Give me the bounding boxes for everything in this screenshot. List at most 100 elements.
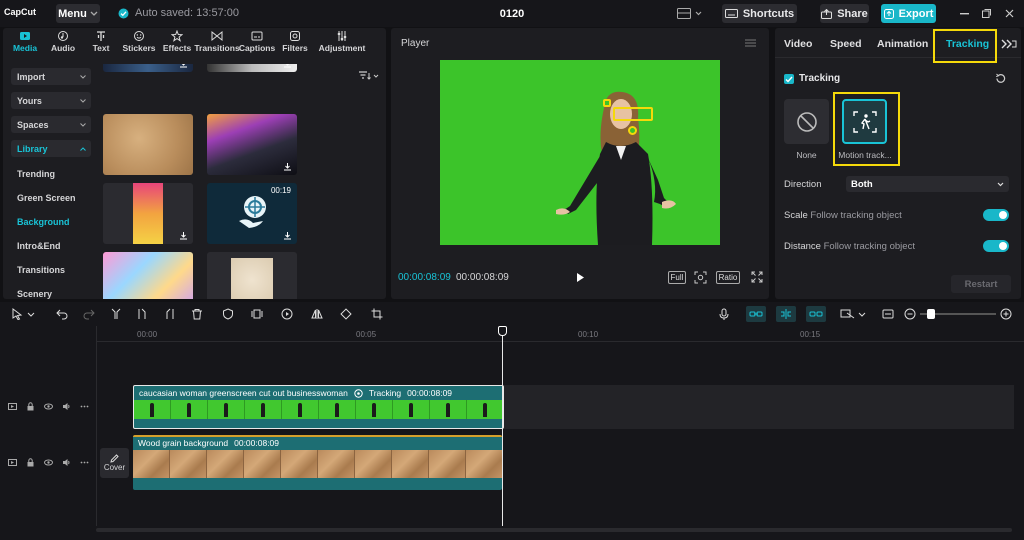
rotate-icon[interactable]	[340, 308, 352, 320]
download-icon[interactable]	[283, 162, 292, 171]
download-icon[interactable]	[283, 64, 292, 68]
sidebar-item-intro-end[interactable]: Intro&End	[11, 237, 91, 254]
tab-stickers[interactable]: Stickers	[120, 28, 158, 58]
focus-frame-icon[interactable]	[694, 271, 707, 284]
chevron-down-icon[interactable]	[858, 308, 866, 320]
sidebar-item-trending[interactable]: Trending	[11, 165, 91, 182]
download-icon[interactable]	[179, 64, 188, 68]
track-video-icon[interactable]	[8, 402, 17, 411]
lock-icon[interactable]	[26, 458, 35, 467]
sidebar-item-scenery[interactable]: Scenery	[11, 285, 91, 299]
sidebar-item-background[interactable]: Background	[11, 213, 91, 230]
link-main-track-toggle[interactable]	[746, 306, 766, 322]
cover-button[interactable]: Cover	[100, 448, 129, 478]
layout-icon[interactable]	[677, 8, 691, 19]
media-thumbnail[interactable]	[207, 252, 297, 299]
sidebar-item-transitions[interactable]: Transitions	[11, 261, 91, 278]
chevron-down-icon[interactable]	[27, 308, 35, 320]
tracking-box[interactable]	[613, 107, 653, 121]
linkage-toggle[interactable]	[806, 306, 826, 322]
sidebar-item-library[interactable]: Library	[11, 140, 91, 157]
auto-snap-toggle[interactable]	[776, 306, 796, 322]
tab-adjustment[interactable]: Adjustment	[314, 28, 370, 58]
split-icon[interactable]	[110, 308, 122, 320]
reset-icon[interactable]	[995, 73, 1006, 84]
media-thumbnail[interactable]	[207, 114, 297, 175]
media-thumbnail[interactable]: 00:19	[207, 183, 297, 244]
more-icon[interactable]	[80, 458, 89, 467]
minimize-icon[interactable]	[960, 13, 969, 15]
sidebar-item-import[interactable]: Import	[11, 68, 91, 85]
tab-captions[interactable]: Captions	[238, 28, 276, 58]
export-button[interactable]: Export	[881, 4, 936, 23]
freeze-frame-icon[interactable]	[251, 308, 263, 320]
undo-icon[interactable]	[56, 308, 68, 320]
media-thumbnail[interactable]	[103, 114, 193, 175]
download-icon[interactable]	[283, 231, 292, 240]
mirror-icon[interactable]	[311, 308, 323, 320]
shield-icon[interactable]	[222, 308, 234, 320]
shortcuts-button[interactable]: Shortcuts	[722, 4, 797, 23]
track-video-icon[interactable]	[8, 458, 17, 467]
delete-icon[interactable]	[191, 308, 203, 320]
close-icon[interactable]	[1005, 9, 1014, 18]
ratio-button[interactable]: Ratio	[716, 271, 740, 284]
preview-axis-icon[interactable]	[840, 308, 856, 320]
caption-track-icon[interactable]	[882, 308, 894, 320]
full-quality-button[interactable]: Full	[668, 271, 686, 284]
media-thumbnail[interactable]	[103, 64, 193, 72]
zoom-in-icon[interactable]	[1000, 308, 1012, 320]
fullscreen-icon[interactable]	[751, 271, 763, 283]
split-left-icon[interactable]	[137, 308, 149, 320]
zoom-out-icon[interactable]	[904, 308, 916, 320]
more-icon[interactable]	[80, 402, 89, 411]
maximize-icon[interactable]	[982, 9, 991, 18]
zoom-slider-handle[interactable]	[927, 309, 935, 319]
eye-icon[interactable]	[44, 458, 53, 467]
redo-icon[interactable]	[83, 308, 95, 320]
split-right-icon[interactable]	[163, 308, 175, 320]
tab-effects[interactable]: Effects	[158, 28, 196, 58]
time-ruler[interactable]: 00:00 00:05 00:10 00:15	[96, 326, 1024, 342]
track-empty-area[interactable]	[504, 385, 1014, 429]
play-circle-icon[interactable]	[281, 308, 293, 320]
media-thumbnail[interactable]	[207, 64, 297, 72]
download-icon[interactable]	[179, 231, 188, 240]
sidebar-item-yours[interactable]: Yours	[11, 92, 91, 109]
tab-animation[interactable]: Animation	[877, 38, 928, 50]
restart-button[interactable]: Restart	[951, 275, 1011, 293]
share-button[interactable]: Share	[820, 4, 869, 23]
video-preview[interactable]	[440, 60, 720, 245]
media-thumbnail[interactable]	[103, 183, 193, 244]
sidebar-item-spaces[interactable]: Spaces	[11, 116, 91, 133]
hamburger-menu-icon[interactable]	[745, 39, 756, 47]
tab-transitions[interactable]: Transitions	[194, 28, 240, 58]
tracking-rotate-handle[interactable]	[603, 99, 611, 107]
tracking-option-none[interactable]	[784, 99, 829, 144]
select-cursor-icon[interactable]	[11, 308, 23, 320]
playhead-line[interactable]	[502, 326, 503, 526]
wood-background-clip[interactable]: Wood grain background 00:00:08:09	[133, 435, 502, 490]
speaker-icon[interactable]	[62, 402, 71, 411]
chevron-down-icon[interactable]	[695, 11, 702, 16]
tab-audio[interactable]: Audio	[44, 28, 82, 58]
crop-icon[interactable]	[371, 308, 383, 320]
timeline-scrollbar[interactable]	[96, 528, 1012, 532]
tab-speed[interactable]: Speed	[830, 38, 862, 50]
playhead-handle[interactable]	[498, 326, 507, 336]
more-tabs-icon[interactable]	[1001, 39, 1017, 49]
tracking-checkbox[interactable]	[784, 74, 794, 84]
tab-filters[interactable]: Filters	[276, 28, 314, 58]
tracking-scale-handle[interactable]	[628, 126, 637, 135]
sidebar-item-green-screen[interactable]: Green Screen	[11, 189, 91, 206]
greenscreen-clip[interactable]: caucasian woman greenscreen cut out busi…	[133, 385, 504, 429]
scale-toggle[interactable]	[983, 209, 1009, 221]
tab-media[interactable]: Media	[6, 28, 44, 58]
tab-text[interactable]: Text	[82, 28, 120, 58]
menu-button[interactable]: Menu	[56, 4, 100, 23]
lock-icon[interactable]	[26, 402, 35, 411]
play-icon[interactable]	[576, 272, 585, 283]
media-thumbnail[interactable]	[103, 252, 193, 299]
speaker-icon[interactable]	[62, 458, 71, 467]
eye-icon[interactable]	[44, 402, 53, 411]
